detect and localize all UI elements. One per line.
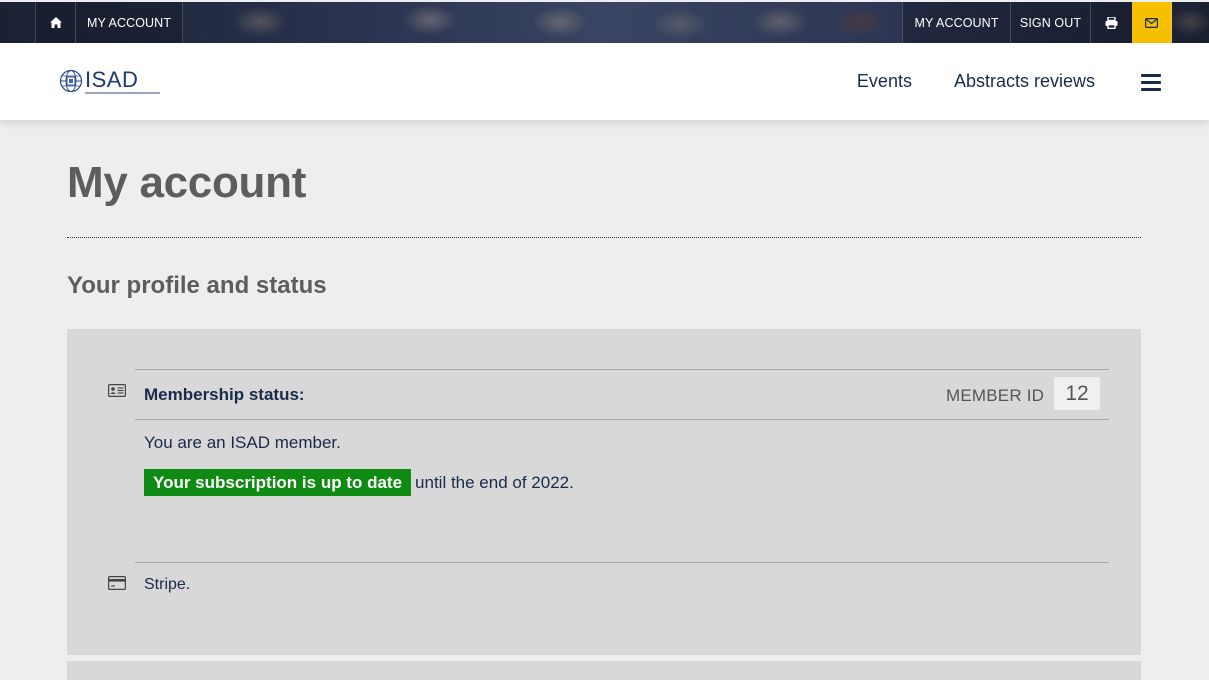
top-my-account-link-left[interactable]: MY ACCOUNT <box>75 2 183 43</box>
print-button[interactable] <box>1090 2 1132 43</box>
subscription-status-badge: Your subscription is up to date <box>144 469 412 496</box>
site-logo[interactable]: ISAD <box>59 69 160 94</box>
nav-events[interactable]: Events <box>857 71 912 92</box>
top-right-nav: MY ACCOUNT SIGN OUT <box>902 2 1172 43</box>
home-icon <box>49 17 62 28</box>
nav-abstracts-reviews[interactable]: Abstracts reviews <box>954 71 1095 92</box>
logo-text: ISAD <box>85 67 139 92</box>
next-panel <box>67 661 1141 680</box>
main-nav: Events Abstracts reviews <box>815 43 1095 120</box>
subscription-expiry-text: until the end of 2022. <box>415 472 574 492</box>
profile-status-panel: Membership status: MEMBER ID 12 You are … <box>67 329 1141 655</box>
subscription-line: Your subscription is up to date until th… <box>144 469 574 496</box>
print-icon <box>1105 16 1118 29</box>
member-id-label: MEMBER ID <box>946 386 1045 405</box>
mail-icon <box>1145 17 1158 28</box>
top-left-nav: MY ACCOUNT <box>35 2 183 43</box>
page-title: My account <box>67 158 307 207</box>
section-title: Your profile and status <box>67 272 327 299</box>
membership-status-label: Membership status: <box>144 385 305 404</box>
home-button[interactable] <box>35 2 75 43</box>
row-divider <box>135 562 1109 563</box>
title-divider <box>67 237 1141 238</box>
globe-logo-icon <box>59 69 83 93</box>
id-card-icon <box>108 384 126 397</box>
membership-text: You are an ISAD member. <box>144 433 341 452</box>
payment-method-text: Stripe. <box>144 576 191 593</box>
logo-tagline-bar <box>85 92 160 94</box>
hamburger-icon[interactable] <box>1141 74 1161 91</box>
row-divider <box>135 369 1109 370</box>
top-utility-bar: MY ACCOUNT MY ACCOUNT SIGN OUT <box>0 2 1209 43</box>
credit-card-icon <box>108 576 126 590</box>
member-id-value: 12 <box>1054 377 1100 410</box>
sign-out-link[interactable]: SIGN OUT <box>1010 2 1090 43</box>
logo-wordmark: ISAD <box>85 69 160 94</box>
top-my-account-link[interactable]: MY ACCOUNT <box>902 2 1010 43</box>
site-header: ISAD Events Abstracts reviews <box>0 43 1209 120</box>
contact-mail-button[interactable] <box>1132 2 1172 43</box>
row-divider <box>135 419 1109 420</box>
